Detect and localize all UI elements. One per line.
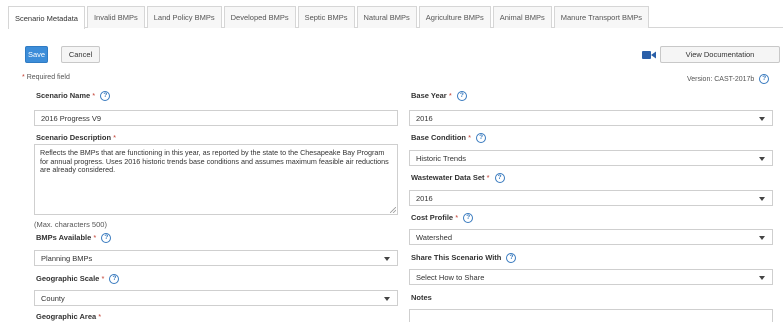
geographic-scale-select[interactable]: County [34, 290, 398, 306]
help-icon[interactable]: ? [456, 91, 467, 102]
version-info: Version: CAST-2017b ? [687, 74, 770, 84]
dropdown-arrow-icon [384, 257, 390, 261]
notes-label: Notes [411, 293, 432, 302]
required-star: * [98, 312, 102, 321]
cost-profile-value: Watershed [416, 232, 452, 242]
cost-profile-select[interactable]: Watershed [409, 229, 773, 245]
geographic-area-label-text: Geographic Area [36, 312, 97, 321]
share-with-label: Share This Scenario With ? [411, 253, 517, 264]
base-year-label-text: Base Year [411, 91, 447, 100]
tab-agriculture-bmps[interactable]: Agriculture BMPs [418, 6, 491, 28]
help-icon[interactable]: ? [759, 74, 770, 84]
required-star: * [468, 133, 472, 142]
share-with-value: Select How to Share [416, 272, 485, 282]
bmps-available-select[interactable]: Planning BMPs [34, 250, 398, 266]
help-icon[interactable]: ? [109, 274, 120, 285]
scenario-description-textarea[interactable]: Reflects the BMPs that are functioning i… [34, 144, 398, 215]
max-characters-hint: (Max. characters 500) [34, 220, 107, 229]
scenario-description-label: Scenario Description * [36, 133, 116, 142]
save-button[interactable]: Save [25, 46, 48, 63]
help-icon[interactable]: ? [100, 91, 111, 102]
base-condition-value: Historic Trends [416, 153, 467, 163]
required-star: * [448, 91, 452, 100]
tab-animal-bmps[interactable]: Animal BMPs [492, 6, 552, 28]
version-text: Version: CAST-2017b [687, 75, 755, 83]
cost-profile-label-text: Cost Profile [411, 213, 454, 222]
share-with-label-text: Share This Scenario With [411, 253, 502, 262]
notes-textarea[interactable] [409, 309, 773, 322]
dropdown-arrow-icon [384, 297, 390, 301]
bmps-available-value: Planning BMPs [41, 253, 93, 263]
geographic-scale-value: County [41, 293, 65, 303]
cost-profile-label: Cost Profile * ? [411, 213, 474, 224]
base-condition-label: Base Condition * ? [411, 133, 487, 144]
scenario-name-label: Scenario Name * ? [36, 91, 111, 102]
bmps-available-label-text: BMPs Available [36, 233, 92, 242]
dropdown-arrow-icon [759, 117, 765, 121]
required-star: * [22, 74, 25, 81]
resize-handle-icon[interactable] [390, 207, 396, 213]
wastewater-data-set-label: Wastewater Data Set * ? [411, 173, 505, 184]
help-icon[interactable]: ? [463, 213, 474, 224]
tab-developed-bmps[interactable]: Developed BMPs [223, 6, 296, 28]
geographic-area-label: Geographic Area * [36, 312, 101, 321]
view-documentation-button[interactable]: View Documentation [660, 46, 780, 63]
dropdown-arrow-icon [759, 157, 765, 161]
scenario-name-label-text: Scenario Name [36, 91, 91, 100]
dropdown-arrow-icon [759, 197, 765, 201]
help-icon[interactable]: ? [506, 253, 517, 264]
scenario-description-value: Reflects the BMPs that are functioning i… [40, 148, 389, 175]
help-icon[interactable]: ? [494, 173, 505, 184]
help-icon[interactable]: ? [476, 133, 487, 144]
tab-scenario-metadata[interactable]: Scenario Metadata [8, 6, 85, 29]
required-field-text: Required field [26, 74, 70, 81]
notes-label-text: Notes [411, 293, 432, 302]
share-with-select[interactable]: Select How to Share [409, 269, 773, 285]
wastewater-data-set-select[interactable]: 2016 [409, 190, 773, 206]
tab-septic-bmps[interactable]: Septic BMPs [297, 6, 355, 28]
toolbar: Save Cancel View Documentation [20, 46, 783, 64]
bmps-available-label: BMPs Available * ? [36, 233, 112, 244]
required-star: * [486, 173, 490, 182]
dropdown-arrow-icon [759, 276, 765, 280]
base-year-select[interactable]: 2016 [409, 110, 773, 126]
base-condition-label-text: Base Condition [411, 133, 467, 142]
base-year-value: 2016 [416, 113, 433, 123]
tab-land-policy-bmps[interactable]: Land Policy BMPs [146, 6, 222, 28]
scenario-name-value: 2016 Progress V9 [41, 113, 102, 123]
tab-natural-bmps[interactable]: Natural BMPs [356, 6, 417, 28]
base-condition-select[interactable]: Historic Trends [409, 150, 773, 166]
dropdown-arrow-icon [759, 236, 765, 240]
scenario-description-label-text: Scenario Description [36, 133, 112, 142]
required-star: * [92, 91, 96, 100]
cancel-button[interactable]: Cancel [61, 46, 100, 63]
wastewater-data-set-value: 2016 [416, 193, 433, 203]
required-star: * [93, 233, 97, 242]
required-field-note: * Required field [22, 74, 70, 81]
tab-bar: Scenario Metadata Invalid BMPs Land Poli… [8, 6, 783, 29]
wastewater-data-set-label-text: Wastewater Data Set [411, 173, 485, 182]
video-camera-icon[interactable] [642, 50, 656, 60]
help-icon[interactable]: ? [101, 233, 112, 244]
tab-invalid-bmps[interactable]: Invalid BMPs [86, 6, 145, 28]
geographic-scale-label: Geographic Scale * ? [36, 274, 120, 285]
required-star: * [113, 133, 117, 142]
scenario-name-input[interactable]: 2016 Progress V9 [34, 110, 398, 126]
tab-manure-transport-bmps[interactable]: Manure Transport BMPs [553, 6, 650, 28]
required-star: * [101, 274, 105, 283]
base-year-label: Base Year * ? [411, 91, 467, 102]
required-star: * [455, 213, 459, 222]
geographic-scale-label-text: Geographic Scale [36, 274, 100, 283]
